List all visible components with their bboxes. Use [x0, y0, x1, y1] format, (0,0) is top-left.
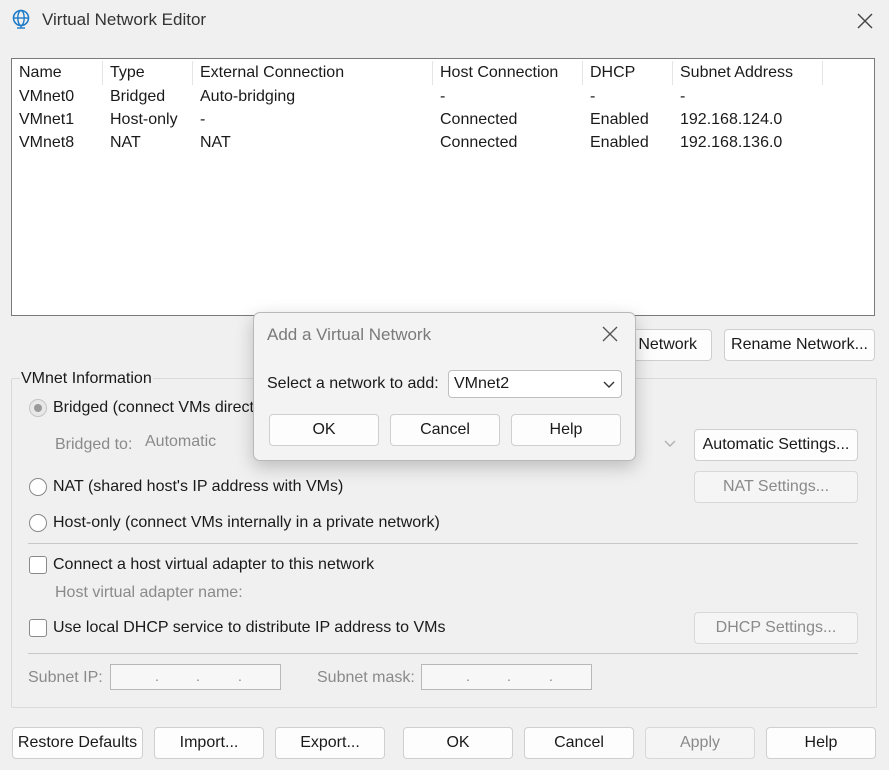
virtual-network-editor-window: Virtual Network Editor Name Type Externa…: [0, 0, 889, 770]
column-header-external-connection[interactable]: External Connection: [193, 61, 433, 85]
column-header-subnet-address[interactable]: Subnet Address: [673, 61, 823, 85]
cell-external: -: [200, 111, 206, 128]
subnet-ip-label: Subnet IP:: [28, 669, 103, 686]
connect-adapter-label: Connect a host virtual adapter to this n…: [53, 556, 375, 573]
add-virtual-network-dialog: Add a Virtual Network Select a network t…: [253, 312, 636, 461]
table-row[interactable]: VMnet0 Bridged Auto-bridging - - -: [12, 85, 874, 107]
column-header-type[interactable]: Type: [103, 61, 193, 85]
dhcp-settings-label: DHCP Settings...: [715, 619, 837, 636]
cell-subnet: 192.168.124.0: [680, 111, 783, 128]
dhcp-label: Use local DHCP service to distribute IP …: [53, 619, 446, 636]
add-network-label: Network: [638, 336, 697, 353]
cell-type: NAT: [110, 134, 141, 151]
rename-network-button[interactable]: Rename Network...: [724, 329, 875, 361]
window-title: Virtual Network Editor: [42, 10, 207, 29]
cell-type: Bridged: [110, 88, 166, 105]
network-select-value: VMnet2: [454, 375, 510, 392]
cell-host: Connected: [440, 134, 518, 151]
cell-dhcp: -: [590, 88, 596, 105]
group-title: VMnet Information: [20, 370, 153, 388]
dialog-close-button[interactable]: [596, 321, 624, 347]
dialog-cancel-label: Cancel: [420, 421, 470, 438]
dialog-cancel-button[interactable]: Cancel: [390, 414, 500, 446]
subnet-mask-input[interactable]: . . .: [421, 664, 592, 690]
bridged-to-value: Automatic: [145, 433, 217, 450]
connect-adapter-checkbox[interactable]: [29, 556, 47, 574]
restore-defaults-button[interactable]: Restore Defaults: [12, 727, 143, 759]
close-icon: [857, 13, 873, 29]
dialog-help-button[interactable]: Help: [511, 414, 621, 446]
close-icon: [602, 326, 618, 342]
nat-settings-label: NAT Settings...: [722, 478, 830, 495]
cell-host: Connected: [440, 111, 518, 128]
subnet-mask-label: Subnet mask:: [317, 669, 415, 686]
bridged-radio[interactable]: [29, 399, 47, 417]
ip-dot: .: [155, 668, 159, 684]
column-header-host-connection[interactable]: Host Connection: [433, 61, 583, 85]
restore-defaults-label: Restore Defaults: [17, 734, 138, 751]
dhcp-checkbox[interactable]: [29, 619, 47, 637]
nat-label: NAT (shared host's IP address with VMs): [53, 478, 344, 495]
nat-settings-button[interactable]: NAT Settings...: [694, 471, 858, 503]
import-label: Import...: [179, 734, 239, 751]
automatic-settings-label: Automatic Settings...: [702, 436, 850, 453]
chevron-down-icon: [603, 381, 615, 388]
list-header: Name Type External Connection Host Conne…: [12, 61, 874, 85]
ok-button[interactable]: OK: [403, 727, 513, 759]
select-network-label: Select a network to add:: [267, 375, 439, 392]
apply-label: Apply: [679, 734, 721, 751]
ip-dot: .: [466, 668, 470, 684]
help-button[interactable]: Help: [766, 727, 876, 759]
ip-dot: .: [549, 668, 553, 684]
dhcp-settings-button[interactable]: DHCP Settings...: [694, 612, 858, 644]
globe-network-icon: [12, 9, 30, 29]
host-only-radio[interactable]: [29, 514, 47, 532]
cell-name: VMnet1: [19, 111, 75, 128]
bridged-label: Bridged (connect VMs directl: [53, 399, 258, 416]
help-label: Help: [804, 734, 838, 751]
export-label: Export...: [300, 734, 360, 751]
table-row[interactable]: VMnet1 Host-only - Connected Enabled 192…: [12, 108, 874, 130]
cell-name: VMnet0: [19, 88, 75, 105]
cancel-label: Cancel: [554, 734, 604, 751]
separator: [28, 543, 858, 544]
rename-network-label: Rename Network...: [731, 336, 868, 353]
dialog-ok-label: OK: [312, 421, 336, 438]
import-button[interactable]: Import...: [154, 727, 264, 759]
cell-subnet: -: [680, 88, 686, 105]
network-list[interactable]: Name Type External Connection Host Conne…: [11, 58, 875, 316]
bridged-to-label: Bridged to:: [55, 436, 133, 453]
nat-radio[interactable]: [29, 478, 47, 496]
host-only-label: Host-only (connect VMs internally in a p…: [53, 514, 440, 531]
cell-host: -: [440, 88, 446, 105]
subnet-ip-input[interactable]: . . .: [110, 664, 281, 690]
table-row[interactable]: VMnet8 NAT NAT Connected Enabled 192.168…: [12, 131, 874, 153]
cell-dhcp: Enabled: [590, 111, 649, 128]
cell-name: VMnet8: [19, 134, 75, 151]
export-button[interactable]: Export...: [275, 727, 385, 759]
cell-external: Auto-bridging: [200, 88, 296, 105]
ip-dot: .: [196, 668, 200, 684]
dialog-help-label: Help: [549, 421, 583, 438]
window-close-button[interactable]: [852, 8, 878, 34]
ip-dot: .: [238, 668, 242, 684]
dialog-ok-button[interactable]: OK: [269, 414, 379, 446]
adapter-name-label: Host virtual adapter name:: [55, 584, 243, 601]
chevron-down-icon: [664, 440, 676, 447]
cell-subnet: 192.168.136.0: [680, 134, 783, 151]
automatic-settings-button[interactable]: Automatic Settings...: [694, 429, 858, 461]
cancel-button[interactable]: Cancel: [524, 727, 634, 759]
dialog-title: Add a Virtual Network: [267, 325, 432, 344]
column-header-name[interactable]: Name: [12, 61, 103, 85]
cell-type: Host-only: [110, 111, 178, 128]
cell-external: NAT: [200, 134, 231, 151]
apply-button[interactable]: Apply: [645, 727, 755, 759]
ok-label: OK: [446, 734, 470, 751]
title-bar: Virtual Network Editor: [0, 0, 889, 40]
column-header-dhcp[interactable]: DHCP: [583, 61, 673, 85]
cell-dhcp: Enabled: [590, 134, 649, 151]
ip-dot: .: [507, 668, 511, 684]
network-select[interactable]: VMnet2: [448, 370, 622, 398]
separator: [28, 653, 858, 654]
